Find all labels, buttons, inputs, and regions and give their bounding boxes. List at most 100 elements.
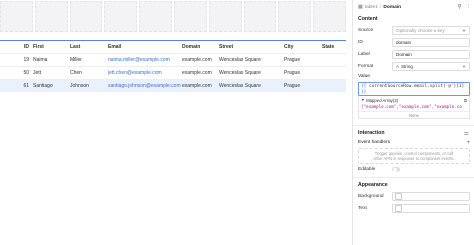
id-value: domain — [396, 39, 412, 45]
label-row: Label Domain — [353, 48, 474, 60]
cell-email-link[interactable]: jett.chen@example.com — [108, 70, 182, 76]
inspector-header: ▦ table1 ‹ Domain ⚲ ⋮ — [353, 0, 474, 14]
placeholder-cell[interactable] — [243, 1, 277, 32]
text-row: Text — [353, 202, 474, 214]
placeholder-cell[interactable] — [173, 1, 207, 32]
column-header-id[interactable]: ID — [0, 44, 33, 50]
event-handlers-empty[interactable]: Trigger queries, control components, or … — [358, 148, 470, 164]
cell-first: Jett — [33, 70, 42, 76]
column-header-first[interactable]: First — [33, 44, 70, 50]
column-header-domain[interactable]: Domain — [182, 44, 219, 50]
mapped-none-label: None — [359, 111, 469, 118]
cell-city: Prague — [284, 57, 301, 63]
table-row[interactable]: 50 Jett Chen jett.chen@example.com examp… — [0, 66, 346, 79]
mapped-array-value: ["example.com","example.com","example.co — [361, 104, 462, 109]
more-icon[interactable]: ⋮ — [466, 4, 472, 10]
cell-street: Wenceslas Square — [219, 70, 261, 76]
editable-label: Editable — [358, 167, 376, 172]
code-brace-close: }} — [361, 90, 367, 95]
section-title: Interaction — [358, 130, 385, 136]
mapped-array-preview: ▼ Mapped Array(3) ⧉ ["example.com","exam… — [358, 96, 470, 119]
column-header-state[interactable]: State — [322, 44, 346, 50]
placeholder-cell[interactable] — [34, 1, 68, 32]
label-input[interactable]: Domain — [392, 49, 470, 59]
data-table: ID First Last Email Domain Street City S… — [0, 40, 346, 95]
source-select[interactable]: Optionally choose a key ▼ — [392, 25, 470, 35]
placeholder-cell[interactable] — [104, 1, 138, 32]
value-label: Value — [358, 74, 370, 79]
table-row-selected[interactable]: 61 Santiago Johnson santiago.johnson@exa… — [0, 79, 346, 92]
color-swatch — [395, 204, 402, 212]
placeholder-cell[interactable] — [0, 1, 33, 32]
cell-street: Wenceslas Square — [219, 83, 261, 89]
cell-id: 19 — [23, 57, 29, 63]
placeholder-cell[interactable] — [278, 1, 312, 32]
id-input[interactable]: domain — [392, 37, 470, 47]
placeholder-cell[interactable] — [313, 1, 346, 32]
code-string-arg: '@' — [445, 84, 454, 89]
pin-icon[interactable]: ⚲ — [457, 4, 461, 10]
source-row: Source Optionally choose a key ▼ — [353, 24, 474, 36]
event-handlers-hint: other APIs in response to component even… — [373, 156, 455, 161]
section-content[interactable]: Content — [353, 14, 474, 24]
placeholder-cell[interactable] — [208, 1, 242, 32]
inspector-panel: ▦ table1 ‹ Domain ⚲ ⋮ Content Source Opt… — [352, 0, 474, 245]
cell-domain: example.com — [182, 70, 212, 76]
chevron-left-icon: ‹ — [379, 4, 382, 10]
settings-sliders-icon[interactable]: ⚌ — [464, 130, 469, 137]
color-swatch — [395, 192, 402, 200]
label-label: Label — [358, 51, 370, 57]
divider — [353, 177, 474, 178]
editable-row: Editable — [353, 164, 474, 175]
format-row: Format A String ▼ — [353, 60, 474, 72]
column-header-street[interactable]: Street — [219, 44, 284, 50]
column-header-email[interactable]: Email — [108, 44, 182, 50]
format-select[interactable]: A String ▼ — [392, 61, 470, 71]
chevron-down-icon: ▼ — [462, 63, 466, 69]
canvas: ID First Last Email Domain Street City S… — [0, 0, 346, 245]
copy-icon[interactable]: ⧉ — [464, 98, 467, 103]
section-title: Appearance — [358, 182, 388, 188]
text-format-icon: A — [396, 63, 399, 69]
format-value: String — [400, 63, 413, 69]
cell-last: Miller — [70, 57, 82, 63]
code-expression: currentSourceRow.email.split( — [366, 84, 446, 89]
placeholder-cell[interactable] — [139, 1, 172, 32]
text-color-input[interactable] — [392, 203, 470, 213]
background-label: Background — [358, 193, 384, 199]
column-header-city[interactable]: City — [284, 44, 322, 50]
value-code-editor[interactable]: {{ currentSourceRow.email.split('@')[1] … — [358, 82, 470, 96]
id-row: ID domain — [353, 36, 474, 48]
cell-last: Johnson — [70, 83, 89, 89]
cell-city: Prague — [284, 70, 301, 76]
source-label: Source — [358, 27, 374, 33]
section-interaction[interactable]: Interaction ⚌ — [353, 128, 474, 138]
label-value: Domain — [396, 51, 412, 57]
cell-domain: example.com — [182, 83, 212, 89]
cell-first: Santiago — [33, 83, 53, 89]
breadcrumb-parent[interactable]: table1 — [365, 5, 378, 10]
event-handlers-row: Event handlers + — [353, 138, 474, 147]
source-placeholder: Optionally choose a key — [396, 27, 445, 33]
background-color-input[interactable] — [392, 191, 470, 201]
breadcrumb-current: Domain — [383, 4, 402, 10]
placeholder-row — [0, 0, 346, 34]
cell-email-link[interactable]: naima.miller@example.com — [108, 57, 182, 63]
text-label: Text — [358, 205, 367, 211]
cell-city: Prague — [284, 83, 301, 89]
section-appearance[interactable]: Appearance — [353, 180, 474, 190]
placeholder-cell[interactable] — [69, 1, 103, 32]
cell-domain: example.com — [182, 57, 212, 63]
cell-email-link[interactable]: santiago.johnson@example.com — [108, 83, 182, 89]
cell-last: Chen — [70, 70, 82, 76]
add-icon[interactable]: + — [466, 140, 470, 146]
editable-toggle[interactable] — [392, 167, 400, 172]
section-title: Content — [358, 16, 378, 22]
table-row[interactable]: 19 Naima Miller naima.miller@example.com… — [0, 53, 346, 66]
mapped-array-title: Mapped Array(3) — [366, 97, 399, 103]
column-header-last[interactable]: Last — [70, 44, 108, 50]
divider — [353, 125, 474, 126]
cell-first: Naima — [33, 57, 48, 63]
cell-id: 61 — [23, 83, 29, 89]
chevron-down-icon[interactable]: ▼ — [361, 98, 365, 102]
